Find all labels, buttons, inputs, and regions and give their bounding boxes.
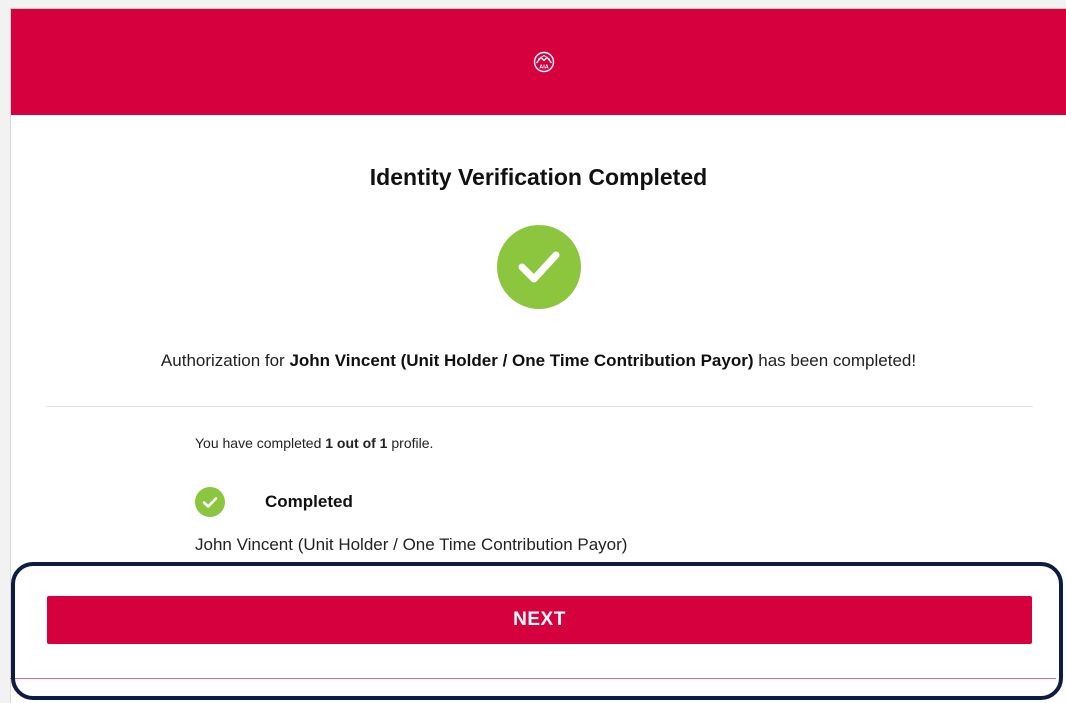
status-label: Completed	[265, 492, 353, 511]
next-button[interactable]: NEXT	[47, 596, 1032, 644]
page-title: Identity Verification Completed	[369, 164, 708, 190]
profile-progress: You have completed 1 out of 1 profile.	[195, 435, 433, 451]
authorization-prefix: Authorization for	[160, 351, 290, 370]
check-circle-icon	[195, 487, 225, 517]
progress-count: 1 out of 1	[325, 435, 388, 451]
aia-logo-icon: AIA	[533, 51, 554, 73]
authorization-suffix: has been completed!	[753, 351, 917, 370]
profile-status-row: Completed	[195, 487, 353, 517]
authorized-person-name: John Vincent (Unit Holder / One Time Con…	[289, 351, 754, 370]
profile-name: John Vincent (Unit Holder / One Time Con…	[195, 535, 628, 554]
section-divider	[46, 406, 1033, 407]
screen: AIA Identity Verification Completed Auth…	[0, 0, 1066, 703]
progress-suffix: profile.	[387, 435, 434, 451]
check-circle-icon	[497, 225, 581, 309]
progress-prefix: You have completed	[195, 435, 326, 451]
aia-logo-icon: AIA	[531, 49, 557, 75]
authorization-message: Authorization for John Vincent (Unit Hol…	[11, 351, 1066, 371]
logo-text: AIA	[539, 65, 549, 71]
top-banner: AIA	[11, 9, 1066, 115]
